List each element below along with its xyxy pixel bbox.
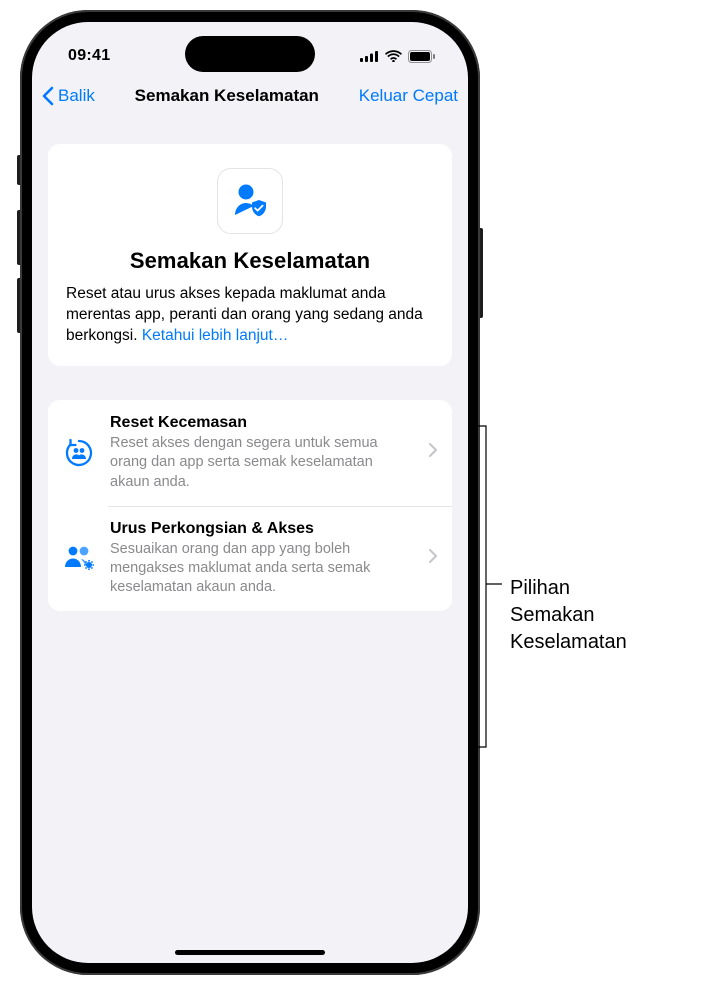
manage-sharing-row[interactable]: Urus Perkongsian & Akses Sesuaikan orang… — [48, 506, 452, 611]
hero-description: Reset atau urus akses kepada maklumat an… — [66, 284, 434, 346]
screen: 09:41 Balik Semakan Kese — [32, 22, 468, 963]
content-area: Semakan Keselamatan Reset atau urus akse… — [32, 116, 468, 611]
safety-check-options: Reset Kecemasan Reset akses dengan seger… — [48, 400, 452, 611]
home-indicator[interactable] — [175, 950, 325, 955]
back-button[interactable]: Balik — [38, 84, 95, 108]
emergency-reset-desc: Reset akses dengan segera untuk semua or… — [110, 434, 414, 491]
chevron-right-icon — [428, 442, 438, 463]
phone-frame: 09:41 Balik Semakan Kese — [20, 10, 480, 975]
dynamic-island — [185, 36, 315, 72]
wifi-icon — [385, 50, 402, 62]
status-bar: 09:41 — [32, 22, 468, 76]
silent-switch — [17, 155, 20, 185]
learn-more-link[interactable]: Ketahui lebih lanjut… — [142, 327, 289, 344]
side-button — [480, 228, 483, 318]
nav-bar: Balik Semakan Keselamatan Keluar Cepat — [32, 76, 468, 116]
status-time: 09:41 — [62, 47, 110, 65]
quick-exit-button[interactable]: Keluar Cepat — [359, 86, 458, 106]
manage-sharing-desc: Sesuaikan orang dan app yang boleh menga… — [110, 540, 414, 597]
hero-card: Semakan Keselamatan Reset atau urus akse… — [48, 144, 452, 366]
hero-title: Semakan Keselamatan — [66, 248, 434, 274]
volume-up-button — [17, 210, 20, 265]
chevron-left-icon — [38, 84, 58, 108]
emergency-reset-row[interactable]: Reset Kecemasan Reset akses dengan seger… — [48, 400, 452, 505]
volume-down-button — [17, 278, 20, 333]
chevron-right-icon — [428, 548, 438, 569]
back-label: Balik — [58, 86, 95, 106]
battery-icon — [408, 50, 436, 63]
cellular-icon — [360, 50, 379, 62]
manage-sharing-icon — [62, 543, 96, 573]
annotation-label: Pilihan Semakan Keselamatan — [510, 575, 627, 656]
safety-check-icon — [217, 168, 283, 234]
status-icons — [360, 50, 438, 63]
emergency-reset-icon — [62, 437, 96, 469]
emergency-reset-title: Reset Kecemasan — [110, 414, 414, 432]
page-title: Semakan Keselamatan — [135, 86, 319, 106]
manage-sharing-title: Urus Perkongsian & Akses — [110, 520, 414, 538]
